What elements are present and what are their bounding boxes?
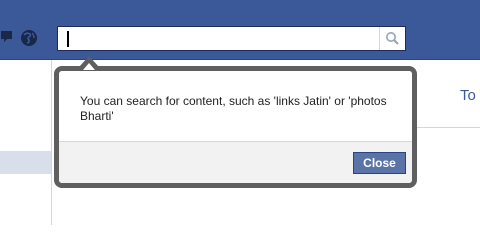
search-box [57,26,406,51]
sidebar-item-selected[interactable] [0,151,51,174]
jewel-icons [0,28,45,50]
search-button[interactable] [379,27,405,50]
callout-body: You can search for content, such as 'lin… [59,71,412,141]
text-cursor [67,31,69,47]
page: To You can search for content, such as '… [0,0,480,225]
messages-icon[interactable] [0,28,20,50]
search-tip-callout: You can search for content, such as 'lin… [54,66,417,188]
magnifier-icon [380,32,406,54]
content-divider [410,127,480,128]
callout-pointer-inner [83,63,95,70]
callout-message: You can search for content, such as 'lin… [80,94,387,123]
close-button[interactable]: Close [353,152,406,174]
partial-nav-link[interactable]: To [460,87,476,104]
callout-footer: Close [59,141,412,183]
notifications-globe-icon[interactable] [19,28,39,52]
top-navigation-bar [0,0,480,60]
search-input[interactable] [62,29,376,48]
left-sidebar [0,60,52,225]
